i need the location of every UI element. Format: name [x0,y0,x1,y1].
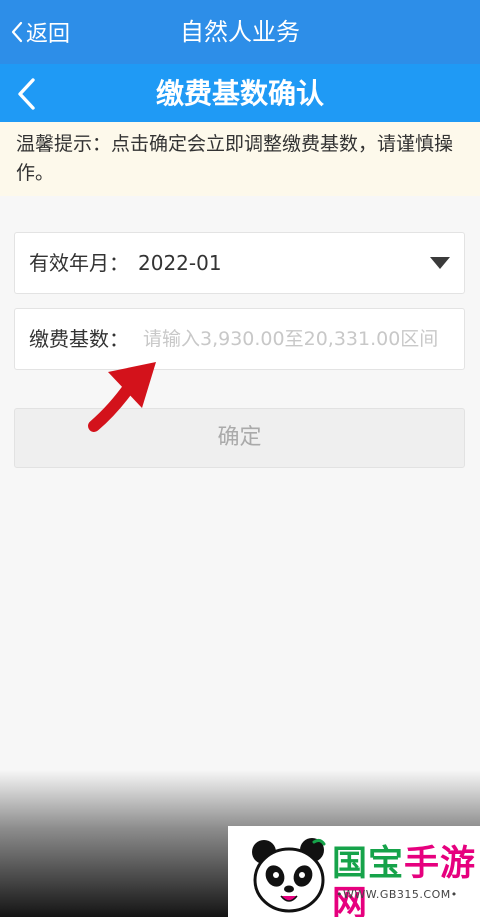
caret-down-icon [430,257,450,269]
brand-name-part1: 国宝 [332,844,405,884]
page-title: 缴费基数确认 [155,77,324,110]
effective-month-select[interactable]: 有效年月： 2022-01 [14,232,465,294]
tip-banner: 温馨提示：点击确定会立即调整缴费基数，请谨慎操作。 [0,122,480,196]
brand-url: •WWW.GB315.COM• [336,888,458,901]
red-arrow-icon [88,362,156,432]
panda-logo-icon [252,838,326,913]
base-amount-input[interactable] [143,319,463,359]
watermark-logo: 国宝手游网 •WWW.GB315.COM• [228,826,480,917]
brand-name: 国宝手游网 [332,844,480,917]
page-navbar: 缴费基数确认 [0,64,480,122]
top-bar: 返回 自然人业务 [0,0,480,64]
effective-month-value: 2022-01 [138,251,222,275]
app-title: 自然人业务 [180,18,300,46]
effective-month-label: 有效年月： [29,251,129,275]
